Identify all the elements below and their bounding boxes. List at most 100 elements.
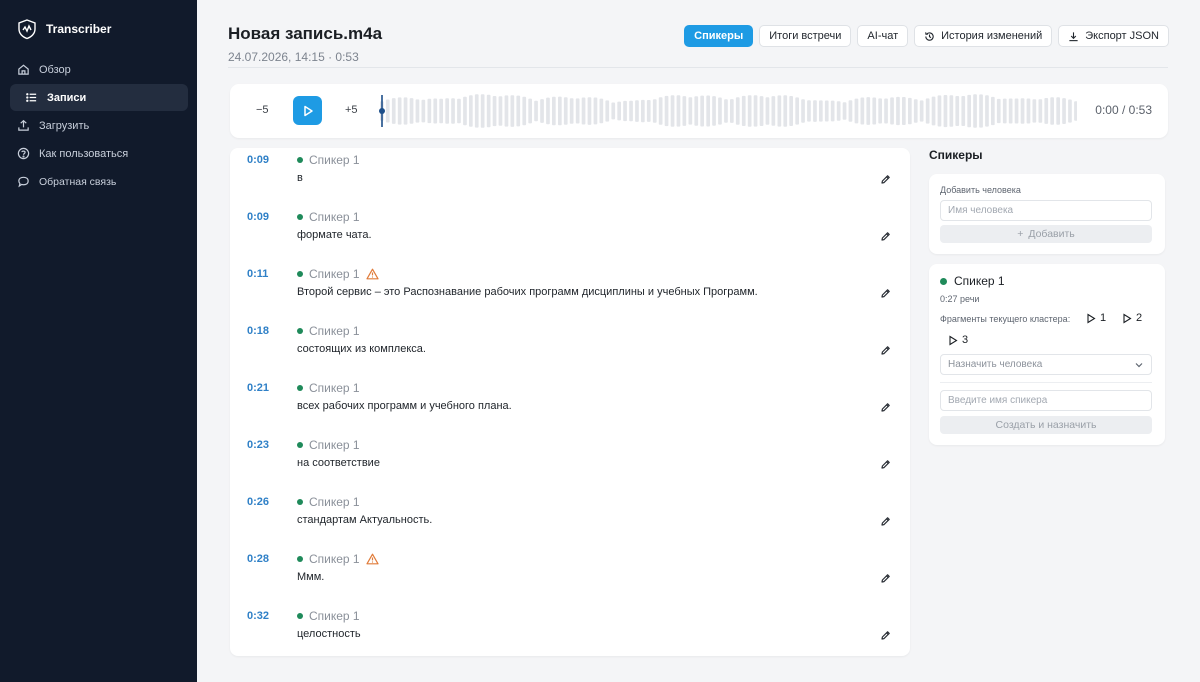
- audio-player: −5 +5 0:00 / 0:53: [230, 84, 1168, 138]
- segment-speaker[interactable]: Спикер 1: [297, 609, 360, 623]
- waveform-bar: [1008, 98, 1013, 124]
- waveform-bar: [884, 98, 888, 124]
- segment-timestamp[interactable]: 0:26: [247, 496, 269, 508]
- tab-bar: Спикеры Итоги встречи AI-чат История изм…: [684, 25, 1169, 47]
- speaker-color-dot: [297, 157, 303, 163]
- sidebar-item-feedback[interactable]: Обратная связь: [10, 168, 188, 195]
- segment-text[interactable]: Второй сервис – это Распознавание рабочи…: [297, 286, 758, 298]
- segment-speaker[interactable]: Спикер 1: [297, 210, 360, 224]
- segment-speaker[interactable]: Спикер 1: [297, 153, 360, 167]
- waveform-bar: [427, 98, 432, 124]
- waveform-bar: [397, 97, 402, 125]
- edit-pencil-icon[interactable]: [880, 573, 891, 584]
- person-name-input[interactable]: Имя человека: [940, 200, 1152, 221]
- segment-text[interactable]: состоящих из комплекса.: [297, 343, 426, 355]
- tab-history[interactable]: История изменений: [914, 25, 1053, 47]
- edit-pencil-icon[interactable]: [880, 516, 891, 527]
- waveform-bar: [1056, 97, 1060, 125]
- waveform-bar: [890, 97, 894, 125]
- segment-speaker[interactable]: Спикер 1: [297, 324, 360, 338]
- segment-timestamp[interactable]: 0:11: [247, 268, 268, 280]
- waveform-bar: [985, 95, 989, 127]
- edit-pencil-icon[interactable]: [880, 402, 891, 413]
- edit-pencil-icon[interactable]: [880, 231, 891, 242]
- speaker-color-dot: [297, 556, 303, 562]
- speaker-duration: 0:27 речи: [940, 294, 980, 304]
- edit-pencil-icon[interactable]: [880, 174, 891, 185]
- sidebar-item-records[interactable]: Записи: [10, 84, 188, 111]
- segment-speaker[interactable]: Спикер 1: [297, 438, 360, 452]
- skip-back-button[interactable]: −5: [256, 104, 269, 116]
- divider: [940, 382, 1152, 383]
- segment-speaker[interactable]: Спикер 1: [297, 495, 360, 509]
- sidebar-item-label: Записи: [47, 91, 87, 104]
- segment-timestamp[interactable]: 0:32: [247, 610, 269, 622]
- waveform-bar: [445, 98, 449, 124]
- skip-forward-button[interactable]: +5: [345, 104, 358, 116]
- segment-text[interactable]: целостность: [297, 628, 361, 640]
- sidebar-item-label: Обзор: [39, 63, 71, 76]
- transcript-segment: 0:09 Спикер 1 формате чата.: [230, 207, 910, 264]
- waveform-bar: [961, 96, 966, 126]
- segment-speaker[interactable]: Спикер 1: [297, 552, 379, 566]
- segment-text[interactable]: всех рабочих программ и учебного плана.: [297, 400, 512, 412]
- play-button[interactable]: [293, 96, 322, 125]
- tab-ai-chat[interactable]: AI-чат: [857, 25, 909, 47]
- waveform-bar: [522, 96, 527, 126]
- segment-speaker[interactable]: Спикер 1: [297, 381, 360, 395]
- add-person-card: Добавить человека Имя человека + Добавит…: [929, 174, 1165, 254]
- playhead-knob[interactable]: [379, 108, 385, 114]
- waveform-bar: [854, 98, 859, 124]
- segment-speaker[interactable]: Спикер 1: [297, 267, 379, 281]
- segment-timestamp[interactable]: 0:18: [247, 325, 269, 337]
- fragment-2-button[interactable]: 2: [1122, 312, 1142, 324]
- tab-speakers[interactable]: Спикеры: [684, 25, 754, 47]
- segment-speaker-label: Спикер 1: [309, 267, 360, 281]
- edit-pencil-icon[interactable]: [880, 288, 891, 299]
- segment-text[interactable]: формате чата.: [297, 229, 372, 241]
- waveform-bar: [646, 100, 651, 122]
- speaker-color-dot: [297, 385, 303, 391]
- segment-timestamp[interactable]: 0:28: [247, 553, 269, 565]
- edit-pencil-icon[interactable]: [880, 459, 891, 470]
- add-person-label: Добавить человека: [940, 185, 1021, 195]
- fragment-1-button[interactable]: 1: [1086, 312, 1106, 324]
- sidebar-item-upload[interactable]: Загрузить: [10, 112, 188, 139]
- waveform-bar: [747, 95, 752, 127]
- segment-timestamp[interactable]: 0:23: [247, 439, 269, 451]
- edit-pencil-icon[interactable]: [880, 345, 891, 356]
- upload-icon: [18, 119, 29, 131]
- segment-text[interactable]: на соответствие: [297, 457, 380, 469]
- waveform-bar: [652, 99, 657, 123]
- sidebar-item-overview[interactable]: Обзор: [10, 56, 188, 83]
- export-json-button[interactable]: Экспорт JSON: [1058, 25, 1169, 47]
- waveform-bar: [558, 96, 562, 126]
- waveform-bar: [955, 96, 960, 126]
- waveform-bar: [1014, 98, 1019, 124]
- brand[interactable]: Transcriber: [16, 18, 111, 40]
- edit-pencil-icon[interactable]: [880, 630, 891, 641]
- waveform[interactable]: [377, 92, 1077, 130]
- tab-summary[interactable]: Итоги встречи: [759, 25, 852, 47]
- segment-text[interactable]: Ммм.: [297, 571, 324, 583]
- fragment-3-button[interactable]: 3: [948, 334, 968, 346]
- segment-text[interactable]: стандартам Актуальность.: [297, 514, 432, 526]
- waveform-bar: [463, 96, 467, 126]
- waveform-bar: [730, 99, 734, 123]
- segment-text[interactable]: в: [297, 172, 303, 184]
- segment-timestamp[interactable]: 0:21: [247, 382, 269, 394]
- segment-timestamp[interactable]: 0:09: [247, 211, 269, 223]
- waveform-bar: [641, 99, 645, 123]
- create-and-assign-button[interactable]: Создать и назначить: [940, 416, 1152, 434]
- speaker-color-dot: [297, 499, 303, 505]
- waveform-bar: [540, 99, 544, 123]
- transcript-segment: 0:21 Спикер 1 всех рабочих программ и учеб…: [230, 378, 910, 435]
- waveform-bar: [587, 97, 592, 125]
- assign-person-select[interactable]: Назначить человека: [940, 354, 1152, 375]
- warning-icon: [366, 268, 379, 280]
- add-person-button[interactable]: + Добавить: [940, 225, 1152, 243]
- sidebar-item-help[interactable]: Как пользоваться: [10, 140, 188, 167]
- tab-label: Экспорт JSON: [1085, 30, 1159, 42]
- segment-timestamp[interactable]: 0:09: [247, 154, 269, 166]
- speaker-name-input[interactable]: Введите имя спикера: [940, 390, 1152, 411]
